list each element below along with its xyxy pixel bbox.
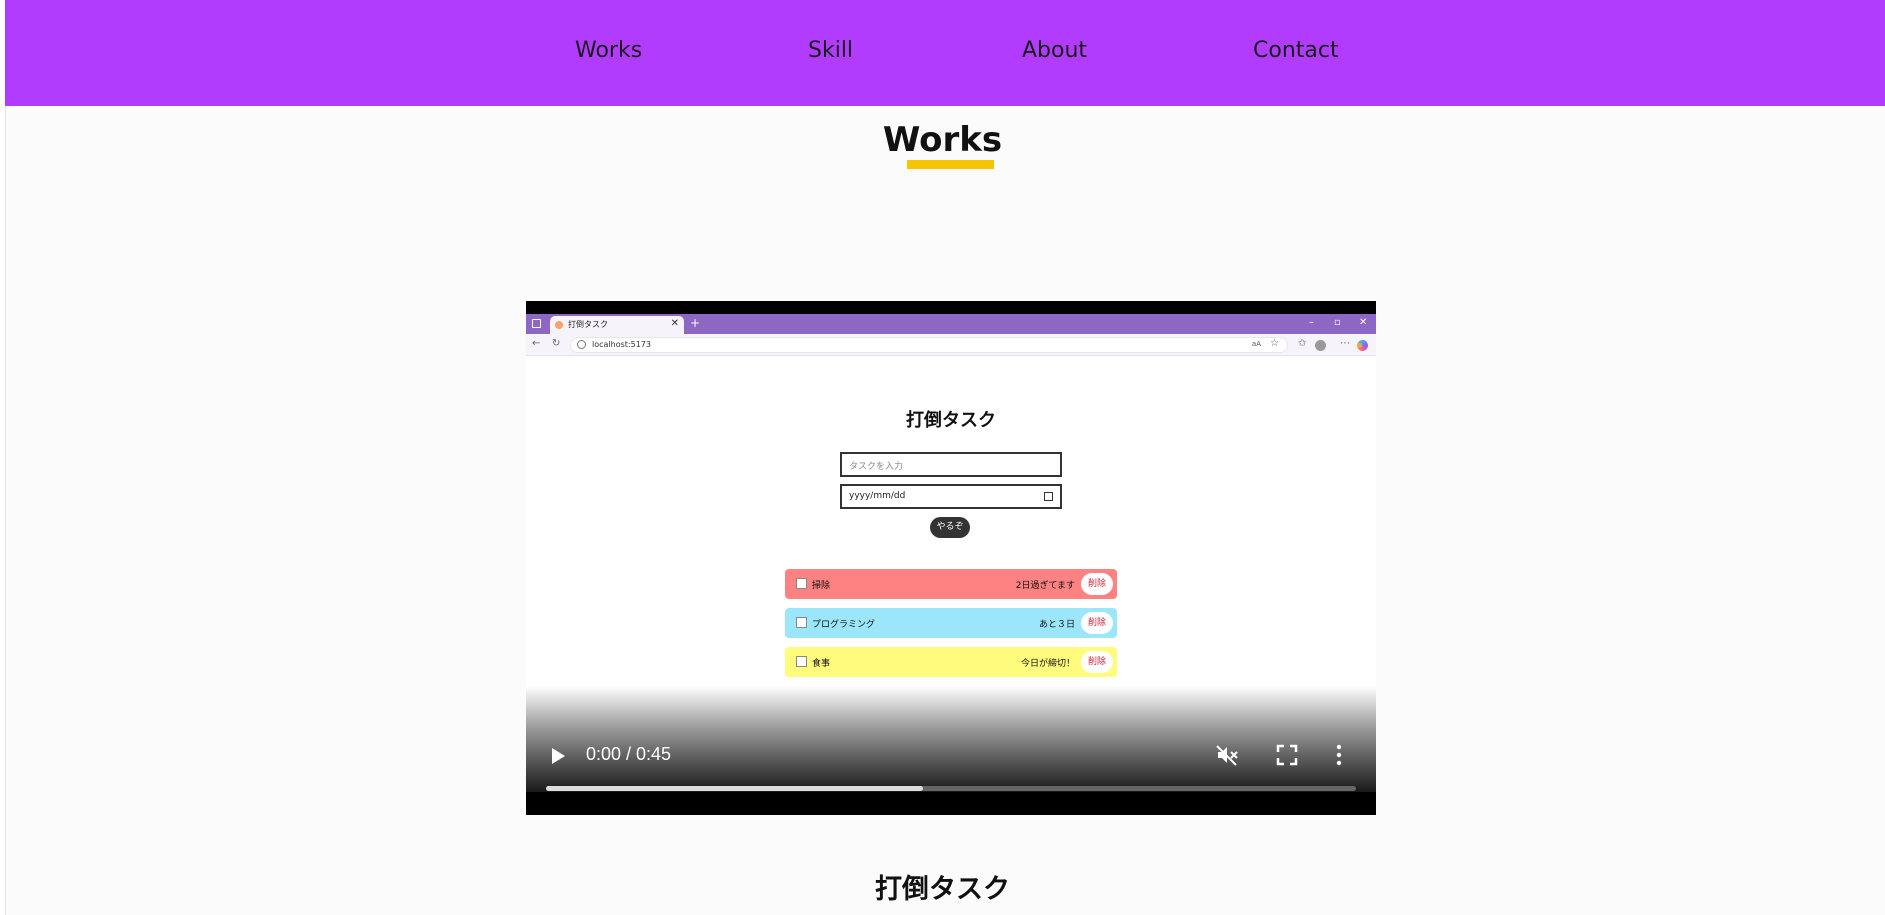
fullscreen-icon[interactable]: [1276, 744, 1298, 766]
task-delete-button: 削除: [1081, 573, 1113, 595]
tab-close-icon: ✕: [670, 318, 679, 329]
section-title-underline: [907, 160, 994, 169]
nav-link-works[interactable]: Works: [575, 38, 642, 63]
reload-icon: ↻: [552, 338, 561, 349]
favicon-icon: [555, 321, 563, 329]
submit-task-button: やるぞ: [930, 517, 970, 538]
task-input-field: タスクを入力: [840, 452, 1062, 477]
site-info-icon: [577, 340, 586, 349]
favorite-star-icon: ☆: [1270, 338, 1279, 349]
nav-link-contact[interactable]: Contact: [1253, 38, 1339, 63]
browser-tab-title: 打倒タスク: [568, 320, 608, 329]
window-icon: [532, 319, 541, 328]
copilot-icon: [1357, 340, 1368, 351]
maximize-icon: ▫: [1334, 317, 1341, 328]
task-delete-button: 削除: [1081, 612, 1113, 634]
task-item: プログラミング あと３日 削除: [785, 608, 1117, 638]
task-name: プログラミング: [812, 620, 876, 630]
section-title: Works: [882, 120, 1003, 160]
video-buffered-bar: [546, 786, 923, 791]
window-close-icon: ✕: [1359, 317, 1368, 328]
top-navigation: Works Skill About Contact: [5, 0, 1885, 106]
browser-tab: 打倒タスク ✕: [550, 316, 684, 334]
url-field: localhost:5173 aA ☆: [570, 337, 1288, 353]
nav-link-about[interactable]: About: [1022, 38, 1087, 63]
task-name: 食事: [812, 659, 831, 669]
task-checkbox: [796, 617, 807, 628]
nav-link-skill[interactable]: Skill: [808, 38, 853, 63]
app-title: 打倒タスク: [906, 410, 996, 431]
due-date-field: yyyy/mm/dd: [840, 484, 1062, 509]
video-time-display: 0:00 / 0:45: [586, 744, 672, 764]
read-aloud-icon: aA: [1251, 340, 1261, 348]
more-vertical-icon[interactable]: [1336, 744, 1342, 766]
new-tab-icon: +: [690, 316, 701, 330]
task-due-status: 2日過ぎてます: [1015, 581, 1075, 591]
due-date-placeholder: yyyy/mm/dd: [849, 491, 906, 501]
video-progress-bar[interactable]: [546, 786, 1356, 791]
muted-speaker-icon[interactable]: [1215, 743, 1239, 767]
task-due-status: 今日が締切！: [1020, 659, 1075, 669]
favorites-icon: ✩: [1298, 338, 1307, 349]
task-item: 食事 今日が締切！ 削除: [785, 647, 1117, 677]
video-player[interactable]: 打倒タスク ✕ + – ▫ ✕ ← ↻ localhost:5173 aA ☆ …: [526, 301, 1376, 815]
video-controls: 0:00 / 0:45: [526, 731, 1376, 815]
minimize-icon: –: [1309, 317, 1314, 328]
url-text: localhost:5173: [592, 340, 651, 349]
video-frame: 打倒タスク ✕ + – ▫ ✕ ← ↻ localhost:5173 aA ☆ …: [526, 314, 1376, 792]
work-title: 打倒タスク: [875, 874, 1010, 905]
task-delete-button: 削除: [1081, 651, 1113, 673]
task-input-placeholder: タスクを入力: [849, 462, 904, 472]
task-due-status: あと３日: [1038, 620, 1075, 630]
back-icon: ←: [532, 338, 541, 349]
task-checkbox: [796, 578, 807, 589]
profile-avatar-icon: [1315, 340, 1326, 351]
more-icon: ⋯: [1340, 338, 1350, 349]
task-name: 掃除: [812, 581, 831, 591]
browser-tab-bar: 打倒タスク ✕ + – ▫ ✕: [526, 314, 1376, 334]
task-checkbox: [796, 656, 807, 667]
task-item: 掃除 2日過ぎてます 削除: [785, 569, 1117, 599]
calendar-icon: [1044, 492, 1053, 501]
browser-address-bar: ← ↻ localhost:5173 aA ☆ ✩ ⋯: [526, 334, 1376, 356]
play-icon[interactable]: [552, 748, 565, 764]
